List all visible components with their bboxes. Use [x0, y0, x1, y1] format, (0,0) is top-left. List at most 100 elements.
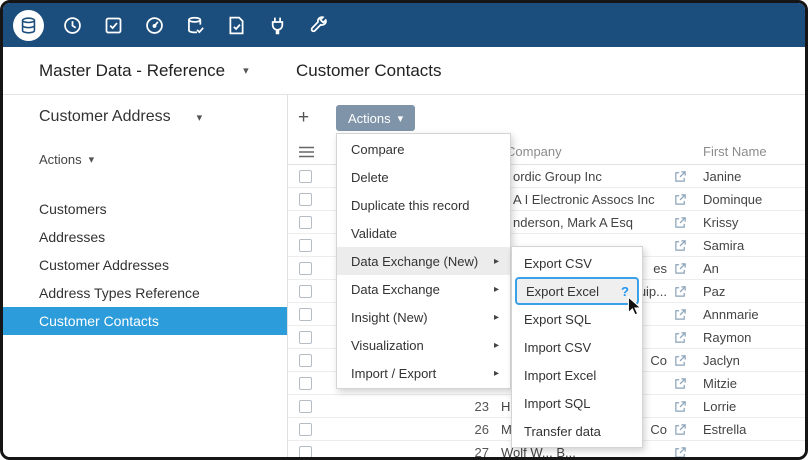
- row-checkbox[interactable]: [299, 193, 312, 206]
- submenu-item-export-excel[interactable]: Export Excel?: [515, 277, 639, 305]
- external-link-icon[interactable]: [667, 423, 693, 436]
- external-link-icon[interactable]: [667, 170, 693, 183]
- row-checkbox[interactable]: [299, 354, 312, 367]
- external-link-icon[interactable]: [667, 400, 693, 413]
- submenu-item-label: Import Excel: [524, 368, 596, 383]
- external-link-icon[interactable]: [667, 193, 693, 206]
- submenu-item-export-csv[interactable]: Export CSV: [512, 249, 642, 277]
- external-link-icon[interactable]: [667, 446, 693, 459]
- topbar-icons: [3, 3, 805, 47]
- submenu-arrow-icon: ▸: [494, 284, 499, 295]
- row-checkbox[interactable]: [299, 400, 312, 413]
- row-checkbox[interactable]: [299, 423, 312, 436]
- first-name-cell: Lorrie: [693, 399, 808, 414]
- row-checkbox[interactable]: [299, 377, 312, 390]
- check-square-icon[interactable]: [101, 13, 126, 38]
- actions-button[interactable]: Actions ▾: [336, 105, 415, 131]
- chevron-down-icon: ▾: [398, 112, 404, 125]
- company-column-header[interactable]: Company: [493, 144, 667, 159]
- database-icon[interactable]: [13, 10, 44, 41]
- menu-item-insight-new[interactable]: Insight (New) ▸: [337, 303, 510, 331]
- submenu-item-transfer-data[interactable]: Transfer data: [512, 417, 642, 445]
- menu-item-label: Insight (New): [351, 310, 428, 325]
- menu-item-data-exchange-new[interactable]: Data Exchange (New)▸: [337, 247, 510, 275]
- submenu-arrow-icon: ▸: [494, 256, 499, 267]
- hamburger-icon[interactable]: [299, 146, 314, 158]
- menu-item-label: Visualization: [351, 338, 424, 353]
- submenu-item-import-sql[interactable]: Import SQL: [512, 389, 642, 417]
- submenu-arrow-icon: ▸: [494, 312, 499, 323]
- menu-item-duplicate-this-record[interactable]: Duplicate this record: [337, 191, 510, 219]
- chevron-down-icon: ▾: [243, 64, 249, 77]
- submenu-item-import-csv[interactable]: Import CSV: [512, 333, 642, 361]
- external-link-icon[interactable]: [667, 308, 693, 321]
- clock-icon[interactable]: [60, 13, 85, 38]
- sidebar-item-customers[interactable]: Customers: [3, 195, 287, 223]
- menu-item-validate[interactable]: Validate: [337, 219, 510, 247]
- submenu-item-label: Transfer data: [524, 424, 601, 439]
- app-window: Master Data - Reference ▾ Customer Conta…: [0, 0, 808, 460]
- company-text: ordic Group Inc: [501, 169, 602, 184]
- row-checkbox[interactable]: [299, 308, 312, 321]
- row-checkbox[interactable]: [299, 262, 312, 275]
- menu-item-data-exchange[interactable]: Data Exchange▸: [337, 275, 510, 303]
- actions-menu: Compare Delete Duplicate this record Valida…: [336, 133, 511, 389]
- submenu-item-export-sql[interactable]: Export SQL: [512, 305, 642, 333]
- row-id: 27: [318, 445, 493, 460]
- chevron-down-icon: ▾: [197, 111, 203, 124]
- row-checkbox[interactable]: [299, 239, 312, 252]
- external-link-icon[interactable]: [667, 216, 693, 229]
- database-check-icon[interactable]: [183, 13, 208, 38]
- menu-item-visualization[interactable]: Visualization▸: [337, 331, 510, 359]
- menu-item-import-export[interactable]: Import / Export▸: [337, 359, 510, 387]
- submenu-arrow-icon: ▸: [494, 368, 499, 379]
- first-name-column-header[interactable]: First Name: [693, 144, 808, 159]
- topbar: [3, 3, 805, 47]
- submenu-item-label: Export CSV: [524, 256, 592, 271]
- first-name-cell: Paz: [693, 284, 808, 299]
- external-link-icon[interactable]: [667, 354, 693, 367]
- menu-item-label: Delete: [351, 170, 389, 185]
- submenu-item-label: Export Excel: [526, 284, 599, 299]
- company-text-fragment: Co: [650, 422, 667, 437]
- first-name-cell: An: [693, 261, 808, 276]
- gauge-icon[interactable]: [142, 13, 167, 38]
- row-checkbox[interactable]: [299, 331, 312, 344]
- file-check-icon[interactable]: [224, 13, 249, 38]
- sidebar-item-customer-addresses[interactable]: Customer Addresses: [3, 251, 287, 279]
- first-name-cell: Janine: [693, 169, 808, 184]
- external-link-icon[interactable]: [667, 262, 693, 275]
- sidebar-item-customer-contacts[interactable]: Customer Contacts: [3, 307, 287, 335]
- row-checkbox[interactable]: [299, 285, 312, 298]
- sidebar-item-addresses[interactable]: Addresses: [3, 223, 287, 251]
- row-checkbox[interactable]: [299, 216, 312, 229]
- repository-selector[interactable]: Master Data - Reference ▾: [39, 47, 249, 94]
- first-name-cell: Estrella: [693, 422, 808, 437]
- plug-icon[interactable]: [265, 13, 290, 38]
- menu-item-label: Validate: [351, 226, 397, 241]
- company-text: nderson, Mark A Esq: [501, 215, 633, 230]
- sidebar-actions-dropdown[interactable]: Actions ▾: [39, 152, 94, 167]
- sidebar-item-address-types-reference[interactable]: Address Types Reference: [3, 279, 287, 307]
- submenu-item-import-excel[interactable]: Import Excel: [512, 361, 642, 389]
- chevron-down-icon: ▾: [89, 153, 95, 166]
- export-submenu: Export CSVExport Excel?Export SQLImport …: [511, 246, 643, 448]
- first-name-cell: Raymon: [693, 330, 808, 345]
- add-record-button[interactable]: +: [298, 105, 309, 131]
- sidebar-nav: CustomersAddressesCustomer AddressesAddr…: [3, 195, 287, 335]
- row-checkbox[interactable]: [299, 170, 312, 183]
- menu-item-delete[interactable]: Delete: [337, 163, 510, 191]
- row-checkbox[interactable]: [299, 446, 312, 459]
- company-text-fragment: Co: [650, 353, 667, 368]
- first-name-cell: Samira: [693, 238, 808, 253]
- row-id: 23: [318, 399, 493, 414]
- external-link-icon[interactable]: [667, 331, 693, 344]
- wrench-icon[interactable]: [306, 13, 331, 38]
- external-link-icon[interactable]: [667, 377, 693, 390]
- external-link-icon[interactable]: [667, 239, 693, 252]
- menu-item-compare[interactable]: Compare: [337, 135, 510, 163]
- external-link-icon[interactable]: [667, 285, 693, 298]
- actions-button-label: Actions: [348, 111, 391, 126]
- mouse-cursor: [627, 296, 642, 316]
- model-selector[interactable]: Customer Address ▾: [39, 108, 202, 126]
